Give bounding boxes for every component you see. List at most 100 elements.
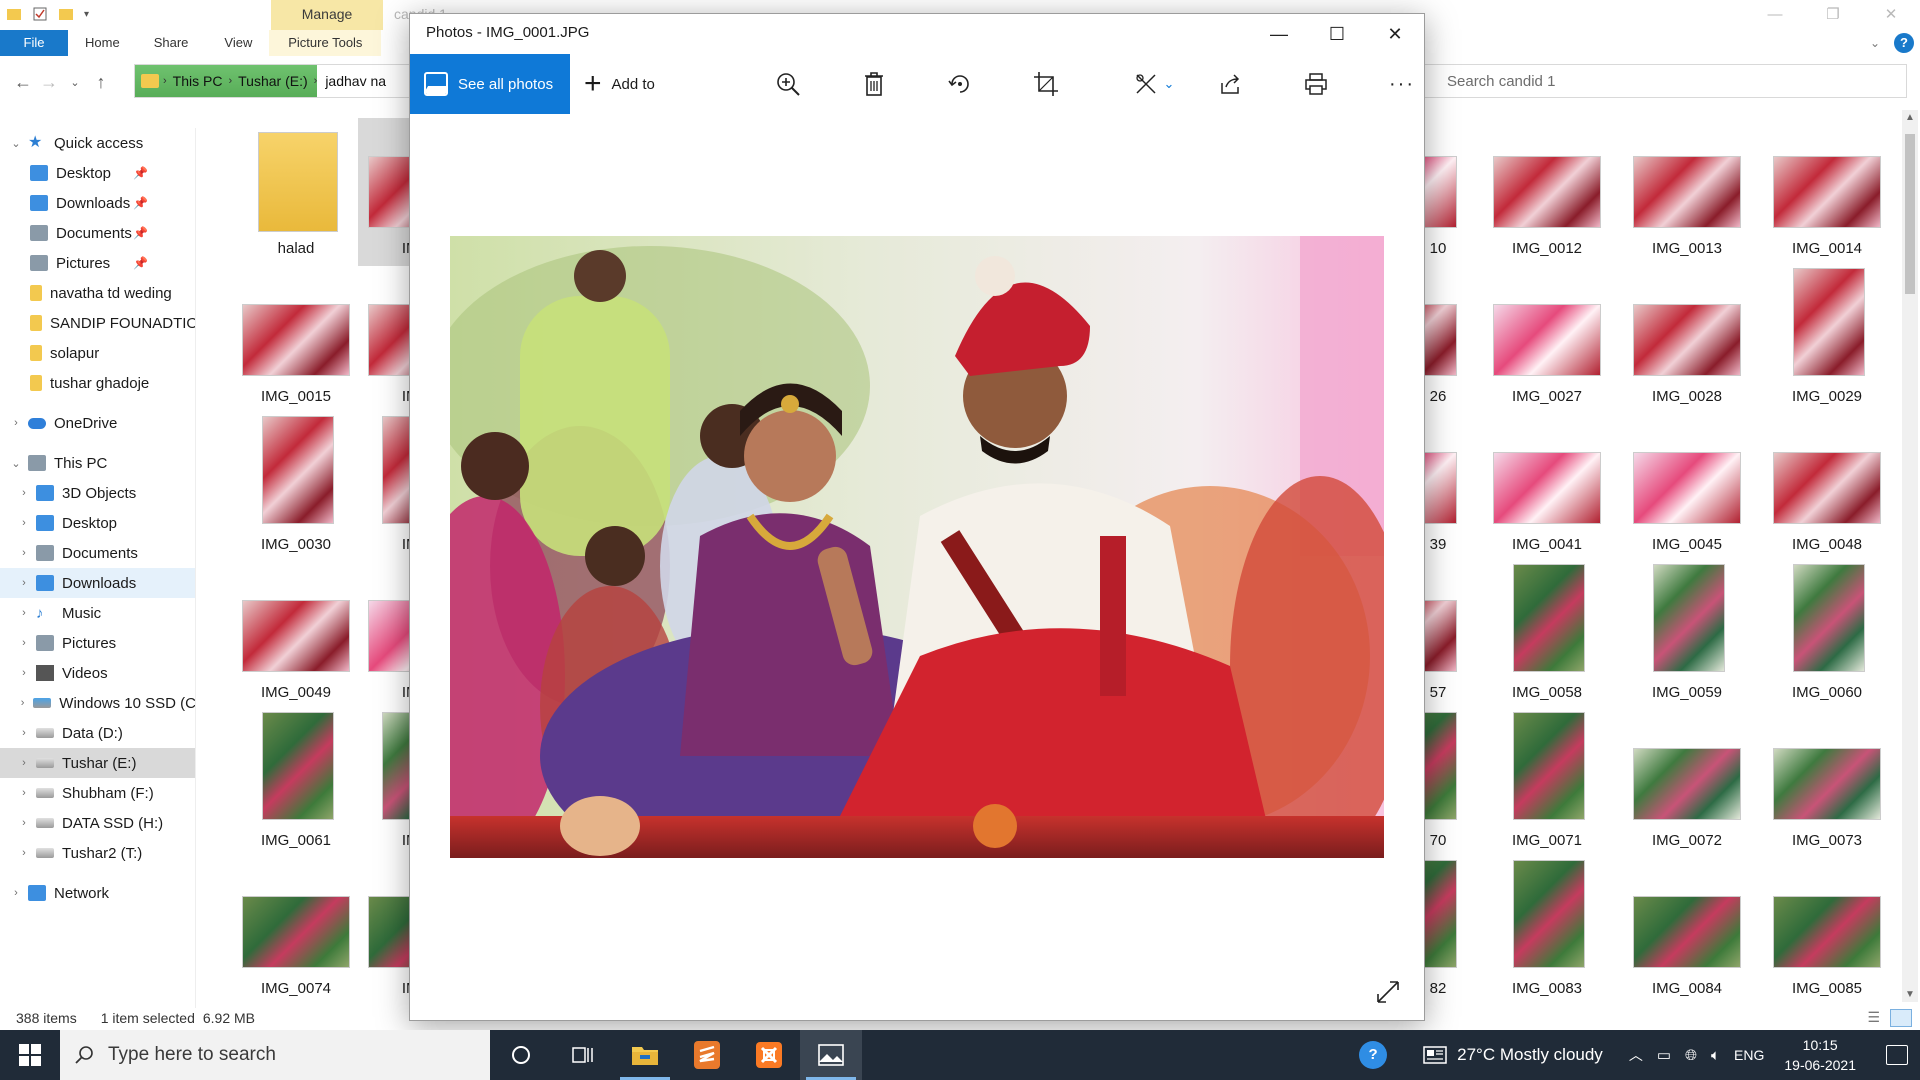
file-tile[interactable]: IMG_0072 (1613, 710, 1753, 858)
chevron-right-icon[interactable]: › (12, 517, 36, 529)
tab-view[interactable]: View (205, 30, 269, 56)
new-folder-icon[interactable] (58, 6, 74, 22)
up-arrow-icon[interactable]: ↑ (88, 72, 114, 93)
file-tile[interactable]: IMG_0083 (1473, 858, 1613, 1006)
chevron-up-icon[interactable]: ︿ (1629, 1045, 1643, 1065)
nav-quick-folder[interactable]: solapur (0, 338, 196, 368)
file-tile[interactable]: IMG_0013 (1613, 118, 1753, 266)
chevron-right-icon[interactable]: › (12, 817, 36, 829)
add-to-button[interactable]: + Add to (584, 69, 655, 99)
file-tile[interactable]: IMG_0048 (1753, 414, 1893, 562)
breadcrumb-this-pc[interactable]: This PC (167, 73, 229, 89)
nav-onedrive[interactable]: › OneDrive (0, 408, 196, 438)
nav-quick-documents[interactable]: Documents 📌 (0, 218, 196, 248)
nav-3d-objects[interactable]: › 3D Objects (0, 478, 196, 508)
chevron-right-icon[interactable]: › (12, 487, 36, 499)
help-icon[interactable]: ? (1894, 33, 1914, 53)
chevron-right-icon[interactable]: › (12, 787, 36, 799)
close-icon[interactable]: ✕ (1862, 0, 1920, 30)
nav-pictures[interactable]: › Pictures (0, 628, 196, 658)
chevron-down-icon[interactable]: ⌄ (4, 137, 28, 150)
volume-icon[interactable]: 🔈︎ (1711, 1047, 1720, 1064)
file-tile[interactable]: IMG_0027 (1473, 266, 1613, 414)
nav-music[interactable]: › ♪ Music (0, 598, 196, 628)
clock[interactable]: 10:15 19-06-2021 (1784, 1035, 1856, 1075)
file-tile[interactable]: IMG_0060 (1753, 562, 1893, 710)
chevron-down-icon[interactable]: ⌄ (1164, 76, 1175, 92)
file-tile[interactable]: IMG_0074 (222, 858, 362, 1006)
file-tile[interactable]: IMG_0085 (1753, 858, 1893, 1006)
nav-drive-h[interactable]: › DATA SSD (H:) (0, 808, 196, 838)
nav-quick-desktop[interactable]: Desktop 📌 (0, 158, 196, 188)
crop-icon[interactable] (1026, 54, 1066, 114)
file-tile[interactable]: 26 (1425, 266, 1465, 414)
file-tile[interactable]: IMG_0059 (1613, 562, 1753, 710)
file-tile[interactable]: IMG_0041 (1473, 414, 1613, 562)
file-tile[interactable]: IMG_0030 (222, 414, 362, 562)
file-tile[interactable]: IMG_0071 (1473, 710, 1613, 858)
restore-icon[interactable]: ❐ (1804, 0, 1862, 30)
properties-icon[interactable] (32, 6, 48, 22)
manage-tab[interactable]: Manage (271, 0, 383, 30)
print-icon[interactable] (1296, 54, 1336, 114)
nav-drive-f[interactable]: › Shubham (F:) (0, 778, 196, 808)
tab-picture-tools[interactable]: Picture Tools (269, 30, 382, 56)
chevron-right-icon[interactable]: › (4, 887, 28, 899)
nav-quick-access[interactable]: ⌄ ★ Quick access (0, 128, 196, 158)
nav-this-pc[interactable]: ⌄ This PC (0, 448, 196, 478)
minimize-icon[interactable]: — (1250, 14, 1308, 54)
xampp-icon[interactable] (738, 1030, 800, 1080)
breadcrumb-current-folder[interactable]: jadhav na (317, 73, 386, 89)
sublime-text-icon[interactable] (676, 1030, 738, 1080)
nav-quick-downloads[interactable]: Downloads 📌 (0, 188, 196, 218)
language-indicator[interactable]: ENG (1734, 1047, 1764, 1063)
file-tile[interactable]: 57 (1425, 562, 1465, 710)
file-tile[interactable]: IMG_0061 (222, 710, 362, 858)
nav-quick-folder[interactable]: navatha td weding (0, 278, 196, 308)
scrollbar-thumb[interactable] (1905, 134, 1915, 294)
battery-icon[interactable]: ▭ (1657, 1046, 1671, 1064)
file-tile[interactable]: IMG_0073 (1753, 710, 1893, 858)
nav-desktop[interactable]: › Desktop (0, 508, 196, 538)
chevron-right-icon[interactable]: › (12, 757, 36, 769)
file-tile[interactable]: 39 (1425, 414, 1465, 562)
file-tile[interactable]: IMG_0049 (222, 562, 362, 710)
nav-drive-c[interactable]: › Windows 10 SSD (C (0, 688, 196, 718)
file-tile[interactable]: IMG_0029 (1753, 266, 1893, 414)
nav-quick-folder[interactable]: tushar ghadoje (0, 368, 196, 398)
rotate-icon[interactable] (940, 54, 980, 114)
forward-arrow-icon[interactable]: → (36, 72, 62, 93)
nav-drive-e[interactable]: › Tushar (E:) (0, 748, 196, 778)
chevron-right-icon[interactable]: › (12, 727, 36, 739)
details-view-icon[interactable]: ☰ (1867, 1009, 1880, 1026)
chevron-right-icon[interactable]: › (12, 607, 36, 619)
chevron-right-icon[interactable]: › (12, 547, 36, 559)
full-screen-icon[interactable] (1374, 978, 1402, 1006)
chevron-right-icon[interactable]: › (12, 667, 36, 679)
photos-taskbar-icon[interactable] (800, 1030, 862, 1080)
recent-locations-icon[interactable]: ⌄ (62, 76, 88, 89)
close-icon[interactable]: ✕ (1366, 14, 1424, 54)
chevron-right-icon[interactable]: › (4, 417, 28, 429)
file-tile[interactable]: IMG_0014 (1753, 118, 1893, 266)
tab-file[interactable]: File (0, 30, 68, 56)
file-tile[interactable]: IMG_0015 (222, 266, 362, 414)
scroll-down-icon[interactable]: ▼ (1902, 989, 1918, 1000)
file-tile[interactable]: IMG_0028 (1613, 266, 1753, 414)
task-view-icon[interactable] (552, 1030, 614, 1080)
back-arrow-icon[interactable]: ← (10, 72, 36, 93)
nav-drive-t[interactable]: › Tushar2 (T:) (0, 838, 196, 868)
file-tile[interactable]: 82 (1425, 858, 1465, 1006)
chevron-right-icon[interactable]: › (12, 697, 33, 709)
file-explorer-taskbar-icon[interactable] (614, 1030, 676, 1080)
help-icon[interactable]: ? (1359, 1041, 1388, 1069)
file-tile-folder[interactable]: halad (222, 118, 362, 266)
file-tile[interactable]: IMG_0045 (1613, 414, 1753, 562)
network-globe-icon[interactable]: 🌐︎ (1685, 1047, 1697, 1064)
tab-share[interactable]: Share (137, 30, 206, 56)
delete-icon[interactable] (854, 54, 894, 114)
vertical-scrollbar[interactable]: ▲ ▼ (1902, 110, 1918, 1002)
weather-widget[interactable]: 27°C Mostly cloudy (1423, 1045, 1603, 1065)
search-input[interactable]: Search candid 1 (1412, 64, 1907, 98)
breadcrumb-tushar-drive[interactable]: Tushar (E:) (232, 73, 314, 89)
